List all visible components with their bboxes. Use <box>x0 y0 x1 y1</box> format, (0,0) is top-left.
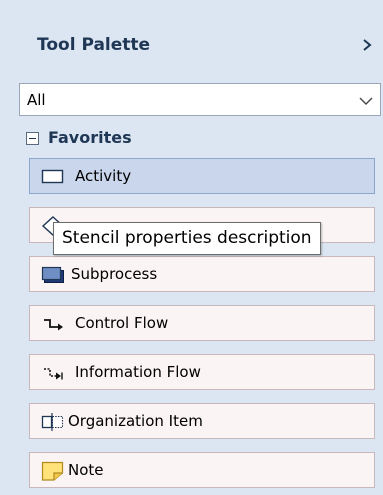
minus-box-icon[interactable] <box>26 132 39 145</box>
stencil-tooltip: Stencil properties description <box>53 222 321 255</box>
chevron-right-icon[interactable] <box>360 34 374 56</box>
stencil-item-note[interactable]: Note <box>29 452 375 488</box>
palette-header: Tool Palette <box>0 0 383 82</box>
stencil-label: Subprocess <box>71 265 158 283</box>
stencil-label: Note <box>68 461 104 479</box>
tool-palette: Tool Palette All Favorites Activity Subp… <box>0 0 383 495</box>
favorites-group-label: Favorites <box>48 128 132 147</box>
category-dropdown[interactable]: All <box>19 83 381 116</box>
stencil-item-control-flow[interactable]: Control Flow <box>29 305 375 341</box>
palette-title: Tool Palette <box>37 35 151 55</box>
stencil-label: Control Flow <box>75 314 169 332</box>
favorites-group-header[interactable]: Favorites <box>19 124 383 152</box>
note-icon <box>41 461 65 481</box>
stencil-label: Information Flow <box>75 363 201 381</box>
stencil-item-activity[interactable]: Activity <box>29 158 375 194</box>
organization-item-icon <box>41 412 65 432</box>
information-flow-arrow-icon <box>41 363 65 383</box>
favorites-section: Favorites Activity Subprocess Control Fl… <box>19 118 383 495</box>
stencil-item-organization-item[interactable]: Organization Item <box>29 403 375 439</box>
subprocess-icon <box>41 265 65 285</box>
category-dropdown-value: All <box>27 91 46 109</box>
stencil-label: Activity <box>75 167 132 185</box>
stencil-item-subprocess[interactable]: Subprocess <box>29 256 375 292</box>
stencil-item-information-flow[interactable]: Information Flow <box>29 354 375 390</box>
chevron-down-icon[interactable] <box>358 93 374 107</box>
stencil-label: Organization Item <box>68 412 203 430</box>
activity-rectangle-icon <box>41 167 65 187</box>
control-flow-arrow-icon <box>41 314 65 334</box>
